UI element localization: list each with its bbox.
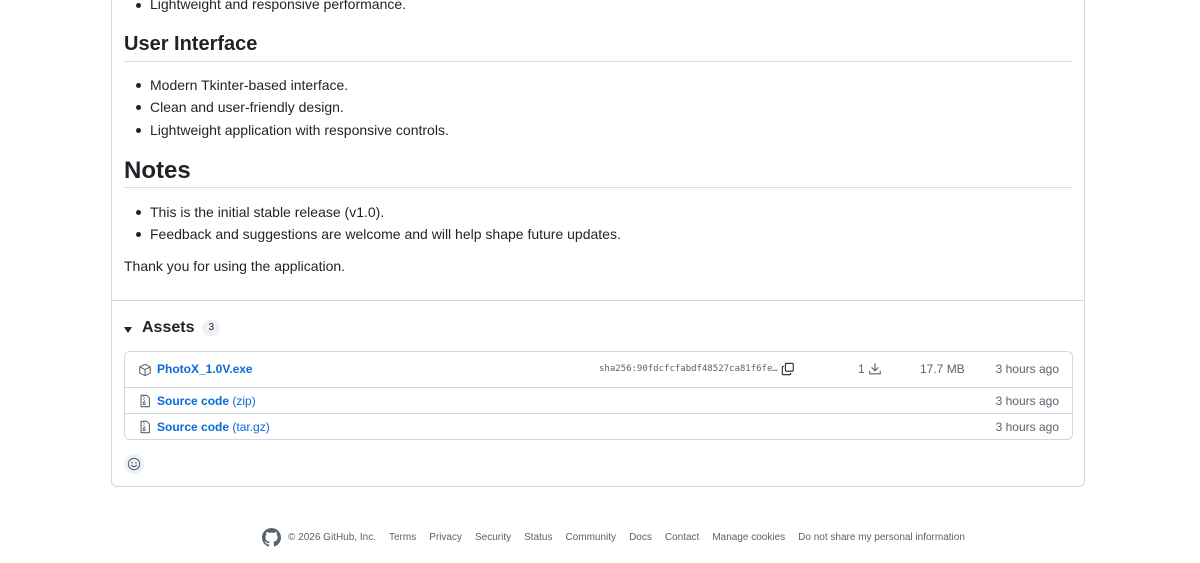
list-item: Feedback and suggestions are welcome and… <box>136 226 621 242</box>
asset-time: 3 hours ago <box>995 420 1059 434</box>
github-logo-icon[interactable] <box>262 527 281 547</box>
smiley-icon <box>127 457 141 471</box>
footer-link-status[interactable]: Status <box>524 532 552 543</box>
feature-list-item: Lightweight and responsive performance. <box>135 0 406 12</box>
caret-down-icon <box>124 327 132 333</box>
file-zip-icon <box>140 394 150 408</box>
asset-sha256: sha256:90fdcfcfabdf48527ca81f6fe… <box>599 364 778 374</box>
asset-row: PhotoX_1.0V.exe sha256:90fdcfcfabdf48527… <box>125 352 1072 387</box>
assets-list: PhotoX_1.0V.exe sha256:90fdcfcfabdf48527… <box>124 351 1073 440</box>
section-divider <box>112 300 1084 301</box>
download-icon <box>869 363 881 375</box>
assets-title: Assets <box>142 319 195 336</box>
package-icon <box>139 363 151 377</box>
list-item: Modern Tkinter-based interface. <box>135 77 349 93</box>
source-code-targz-link[interactable]: Source code (tar.gz) <box>157 420 270 434</box>
heading-rule <box>124 187 1073 188</box>
source-code-zip-link[interactable]: Source code (zip) <box>157 394 256 408</box>
asset-row: Source code (zip) 3 hours ago <box>125 387 1072 414</box>
site-footer: © 2026 GitHub, Inc. Terms Privacy Securi… <box>262 527 978 547</box>
list-item: Clean and user-friendly design. <box>136 99 344 115</box>
footer-link-privacy[interactable]: Privacy <box>429 532 462 543</box>
add-reaction-button[interactable] <box>124 454 144 474</box>
asset-download-link[interactable]: PhotoX_1.0V.exe <box>157 362 253 376</box>
download-count: 1 <box>858 362 865 376</box>
footer-link-do-not-share[interactable]: Do not share my personal information <box>798 532 965 543</box>
asset-row: Source code (tar.gz) 3 hours ago <box>125 413 1072 440</box>
assets-count-badge: 3 <box>202 320 221 336</box>
footer-link-terms[interactable]: Terms <box>389 532 416 543</box>
list-item: Lightweight application with responsive … <box>136 122 449 138</box>
section-heading-notes: Notes <box>124 157 191 184</box>
section-heading-user-interface: User Interface <box>124 33 258 55</box>
footer-copyright: © 2026 GitHub, Inc. <box>288 531 376 543</box>
asset-size: 17.7 MB <box>920 362 965 376</box>
footer-link-security[interactable]: Security <box>475 532 511 543</box>
list-item: This is the initial stable release (v1.0… <box>135 204 385 220</box>
heading-rule <box>124 61 1073 62</box>
footer-link-manage-cookies[interactable]: Manage cookies <box>712 532 785 543</box>
asset-time: 3 hours ago <box>995 362 1059 376</box>
footer-link-community[interactable]: Community <box>565 532 616 543</box>
footer-link-docs[interactable]: Docs <box>629 532 652 543</box>
copy-icon[interactable] <box>781 362 795 376</box>
closing-paragraph: Thank you for using the application. <box>124 258 346 274</box>
footer-link-contact[interactable]: Contact <box>665 532 699 543</box>
assets-toggle[interactable]: Assets 3 <box>124 316 221 340</box>
file-zip-icon <box>140 420 150 434</box>
asset-time: 3 hours ago <box>995 394 1059 408</box>
